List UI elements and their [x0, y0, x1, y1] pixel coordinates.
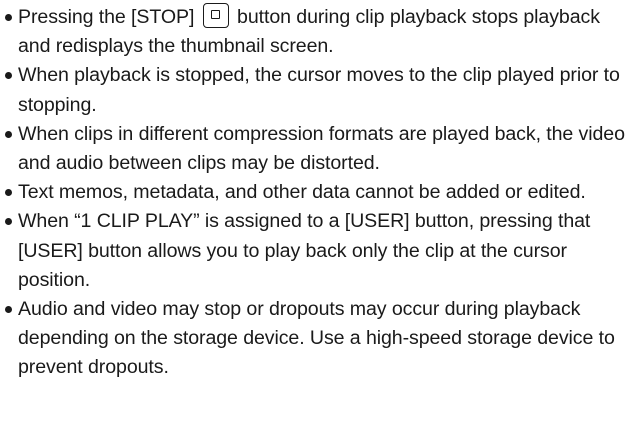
bullet-icon	[5, 72, 12, 80]
note-stop-button: Pressing the [STOP] button during clip p…	[4, 3, 636, 61]
bullet-icon	[5, 14, 12, 21]
note-user-button: When “1 CLIP PLAY” is assigned to a [USE…	[4, 207, 636, 295]
note-text: When playback is stopped, the cursor mov…	[18, 64, 620, 116]
stop-button-icon	[202, 3, 229, 28]
note-text: Audio and video may stop or dropouts may…	[18, 298, 615, 379]
note-text: Text memos, metadata, and other data can…	[18, 181, 586, 204]
stop-icon	[210, 10, 220, 19]
note-text: When “1 CLIP PLAY” is assigned to a [USE…	[18, 210, 591, 291]
bullet-icon	[5, 306, 12, 314]
note-storage-device: Audio and video may stop or dropouts may…	[4, 295, 636, 383]
bullet-icon	[5, 130, 12, 138]
note-text-before: Pressing the [STOP]	[18, 6, 195, 28]
bullet-icon	[5, 189, 12, 197]
note-cursor-position: When playback is stopped, the cursor mov…	[4, 61, 636, 119]
note-text-memos: Text memos, metadata, and other data can…	[4, 178, 636, 207]
bullet-icon	[5, 218, 12, 226]
notes-list: Pressing the [STOP] button during clip p…	[4, 3, 636, 383]
note-compression-formats: When clips in different compression form…	[4, 120, 636, 178]
note-text: When clips in different compression form…	[18, 122, 625, 175]
